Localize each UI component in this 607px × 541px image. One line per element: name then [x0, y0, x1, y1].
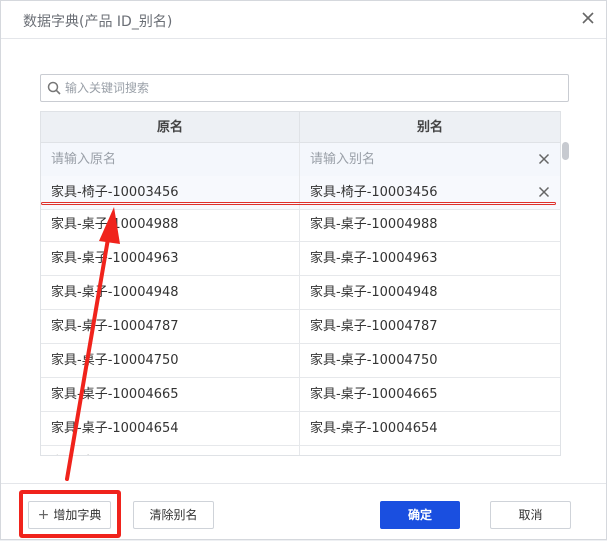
- clear-icon[interactable]: [538, 153, 550, 165]
- cell-alias-text: 家具-椅子-10003456: [310, 185, 438, 200]
- alias-filter-input[interactable]: [310, 146, 510, 173]
- annotation-underline: [41, 202, 556, 205]
- cell-original: 家具-桌子-10004750: [41, 344, 300, 377]
- cell-original: 家具-桌子-10004988: [41, 208, 300, 241]
- confirm-button[interactable]: 确定: [380, 501, 460, 529]
- table-header: 原名 别名: [41, 112, 560, 143]
- filter-row: [41, 143, 560, 177]
- table-row[interactable]: 家具-桌子-10004948 家具-桌子-10004948: [41, 276, 560, 310]
- table-row[interactable]: 家具-桌子-10004665 家具-桌子-10004665: [41, 378, 560, 412]
- original-filter-input[interactable]: [51, 146, 251, 173]
- table-row[interactable]: 家具-桌子-10004988 家具-桌子-10004988: [41, 208, 560, 242]
- table-row[interactable]: 家具-桌子-: [41, 446, 560, 455]
- clear-icon[interactable]: [538, 186, 550, 198]
- cell-original: 家具-桌子-10004665: [41, 378, 300, 411]
- dialog-title: 数据字典(产品 ID_别名): [23, 14, 173, 30]
- dictionary-dialog: 数据字典(产品 ID_别名) 原名 别名: [0, 0, 607, 540]
- table-row[interactable]: 家具-桌子-10004750 家具-桌子-10004750: [41, 344, 560, 378]
- dictionary-table: 原名 别名 家具-椅子-10003456 家具-椅子-10003456: [40, 111, 561, 456]
- cell-alias: 家具-桌子-10004750: [310, 353, 438, 368]
- cell-original: 家具-桌子-10004787: [41, 310, 300, 343]
- header-alias[interactable]: 别名: [300, 112, 560, 143]
- table-scrollbar[interactable]: [562, 142, 570, 456]
- cell-alias: [300, 446, 560, 455]
- cancel-button[interactable]: 取消: [490, 501, 571, 529]
- search-box: [40, 74, 569, 102]
- filter-cell-original: [41, 143, 300, 176]
- dialog-title-bar: 数据字典(产品 ID_别名): [1, 1, 606, 39]
- filter-cell-alias: [300, 143, 560, 176]
- search-input[interactable]: [65, 77, 560, 99]
- cell-alias: 家具-桌子-10004988: [310, 217, 438, 232]
- header-original[interactable]: 原名: [41, 112, 300, 143]
- cell-original: 家具-桌子-10004963: [41, 242, 300, 275]
- cell-alias: 家具-桌子-10004787: [310, 319, 438, 334]
- cell-alias: 家具-桌子-10004654: [310, 421, 438, 436]
- table-row[interactable]: 家具-桌子-10004787 家具-桌子-10004787: [41, 310, 560, 344]
- table-row[interactable]: 家具-桌子-10004654 家具-桌子-10004654: [41, 412, 560, 446]
- cell-alias: 家具-桌子-10004963: [310, 251, 438, 266]
- annotation-highlight-box: [19, 490, 121, 538]
- clear-alias-button[interactable]: 清除别名: [133, 501, 214, 529]
- cell-original: 家具-桌子-10004948: [41, 276, 300, 309]
- scrollbar-thumb[interactable]: [562, 142, 569, 160]
- table-row[interactable]: 家具-桌子-10004963 家具-桌子-10004963: [41, 242, 560, 276]
- cell-original: 家具-桌子-: [41, 446, 300, 455]
- cell-alias: 家具-桌子-10004948: [310, 285, 438, 300]
- search-icon: [47, 81, 61, 95]
- cell-alias: 家具-桌子-10004665: [310, 387, 438, 402]
- cell-original: 家具-桌子-10004654: [41, 412, 300, 445]
- close-icon[interactable]: [579, 9, 597, 27]
